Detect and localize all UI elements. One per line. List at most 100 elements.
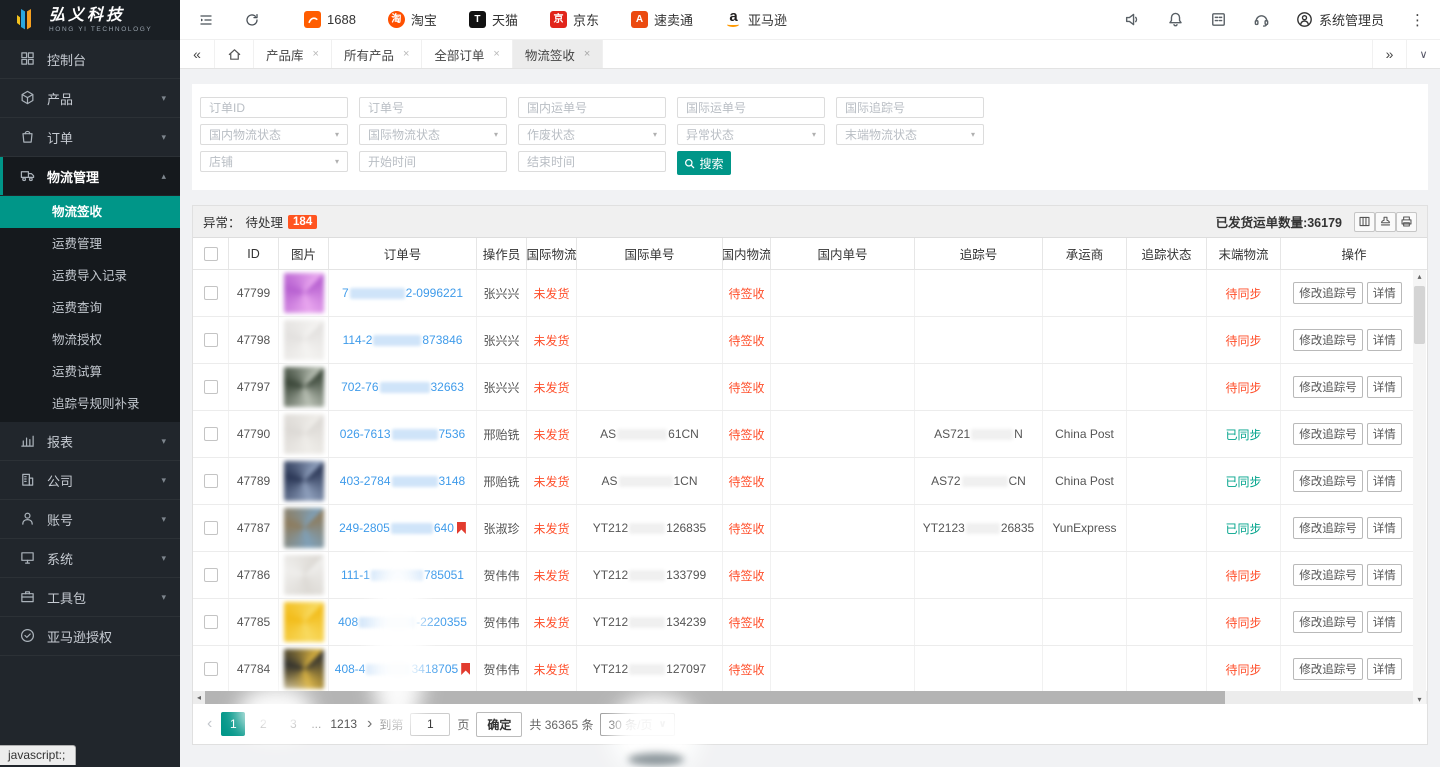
- vertical-scrollbar[interactable]: ▴ ▾: [1413, 270, 1426, 706]
- product-thumbnail[interactable]: [284, 602, 324, 642]
- product-thumbnail[interactable]: [284, 508, 324, 548]
- sidebar-subitem-运费导入记录[interactable]: 运费导入记录: [0, 260, 180, 292]
- detail-button[interactable]: 详情: [1367, 329, 1402, 351]
- detail-button[interactable]: 详情: [1367, 282, 1402, 304]
- tabs-scroll-left-icon[interactable]: «: [180, 40, 214, 68]
- edit-tracking-button[interactable]: 修改追踪号: [1293, 564, 1363, 586]
- row-checkbox[interactable]: [204, 286, 218, 300]
- filter-select-店铺[interactable]: 店铺▾: [200, 151, 348, 172]
- filter-input-开始时间[interactable]: 开始时间: [359, 151, 507, 172]
- filter-select-国际物流状态[interactable]: 国际物流状态▾: [359, 124, 507, 145]
- filter-select-作废状态[interactable]: 作废状态▾: [518, 124, 666, 145]
- platform-link-1688[interactable]: 1688: [304, 11, 356, 28]
- platform-link-亚马逊[interactable]: a亚马逊: [725, 10, 787, 29]
- select-all-checkbox[interactable]: [204, 247, 218, 261]
- filter-select-国内物流状态[interactable]: 国内物流状态▾: [200, 124, 348, 145]
- sidebar-item-物流管理[interactable]: 物流管理▴: [0, 157, 180, 196]
- sidebar-subitem-追踪号规则补录[interactable]: 追踪号规则补录: [0, 388, 180, 420]
- product-thumbnail[interactable]: [284, 273, 324, 313]
- row-checkbox[interactable]: [204, 474, 218, 488]
- edit-tracking-button[interactable]: 修改追踪号: [1293, 470, 1363, 492]
- filter-select-末端物流状态[interactable]: 末端物流状态▾: [836, 124, 984, 145]
- product-thumbnail[interactable]: [284, 414, 324, 454]
- tab-物流签收[interactable]: 物流签收×: [513, 40, 603, 68]
- tab-全部订单[interactable]: 全部订单×: [422, 40, 512, 68]
- billing-icon[interactable]: [1210, 11, 1227, 28]
- detail-button[interactable]: 详情: [1367, 423, 1402, 445]
- page-size-select[interactable]: 30 条/页 ∨: [600, 713, 674, 736]
- detail-button[interactable]: 详情: [1367, 376, 1402, 398]
- announcement-icon[interactable]: [1124, 11, 1141, 28]
- edit-tracking-button[interactable]: 修改追踪号: [1293, 282, 1363, 304]
- product-thumbnail[interactable]: [284, 320, 324, 360]
- row-checkbox[interactable]: [204, 662, 218, 676]
- sidebar-item-亚马逊授权[interactable]: 亚马逊授权: [0, 617, 180, 656]
- platform-link-天猫[interactable]: T天猫: [469, 10, 518, 29]
- sidebar-item-公司[interactable]: 公司▾: [0, 461, 180, 500]
- order-number-link[interactable]: 249-2805640: [339, 521, 454, 535]
- filter-input-订单ID[interactable]: 订单ID: [200, 97, 348, 118]
- sidebar-subitem-运费查询[interactable]: 运费查询: [0, 292, 180, 324]
- filter-input-结束时间[interactable]: 结束时间: [518, 151, 666, 172]
- platform-link-速卖通[interactable]: A速卖通: [631, 10, 693, 29]
- close-tab-icon[interactable]: ×: [493, 48, 499, 60]
- vertical-scroll-thumb[interactable]: [1414, 286, 1425, 344]
- order-number-link[interactable]: 408-2220355: [338, 615, 467, 629]
- page-number-1[interactable]: 1: [221, 712, 245, 736]
- refresh-icon[interactable]: [244, 12, 260, 28]
- horizontal-scroll-thumb[interactable]: [205, 691, 1225, 704]
- confirm-button[interactable]: 确定: [476, 712, 522, 737]
- tabs-scroll-right-icon[interactable]: »: [1372, 40, 1406, 68]
- filter-input-国际追踪号[interactable]: 国际追踪号: [836, 97, 984, 118]
- export-icon[interactable]: [1375, 212, 1396, 232]
- tabs-menu-icon[interactable]: ∨: [1406, 40, 1440, 68]
- order-number-link[interactable]: 111-1785051: [341, 568, 464, 582]
- platform-link-京东[interactable]: 京京东: [550, 10, 599, 29]
- edit-tracking-button[interactable]: 修改追踪号: [1293, 611, 1363, 633]
- sidebar-item-工具包[interactable]: 工具包▾: [0, 578, 180, 617]
- search-button[interactable]: 搜索: [677, 151, 731, 175]
- edit-tracking-button[interactable]: 修改追踪号: [1293, 376, 1363, 398]
- sidebar-subitem-运费管理[interactable]: 运费管理: [0, 228, 180, 260]
- order-number-link[interactable]: 72-0996221: [342, 286, 463, 300]
- pending-count-badge[interactable]: 184: [288, 215, 317, 229]
- sidebar-subitem-物流签收[interactable]: 物流签收: [0, 196, 180, 228]
- scroll-up-arrow-icon[interactable]: ▴: [1417, 270, 1421, 283]
- sidebar-item-控制台[interactable]: 控制台: [0, 40, 180, 79]
- user-menu[interactable]: 系统管理员: [1296, 10, 1384, 29]
- page-number-3[interactable]: 3: [281, 712, 305, 736]
- row-checkbox[interactable]: [204, 568, 218, 582]
- row-checkbox[interactable]: [204, 427, 218, 441]
- row-checkbox[interactable]: [204, 615, 218, 629]
- sidebar-subitem-物流授权[interactable]: 物流授权: [0, 324, 180, 356]
- close-tab-icon[interactable]: ×: [403, 48, 409, 60]
- row-checkbox[interactable]: [204, 521, 218, 535]
- next-page-icon[interactable]: ›: [367, 715, 372, 733]
- product-thumbnail[interactable]: [284, 555, 324, 595]
- product-thumbnail[interactable]: [284, 649, 324, 689]
- columns-icon[interactable]: [1354, 212, 1375, 232]
- filter-input-国际运单号[interactable]: 国际运单号: [677, 97, 825, 118]
- prev-page-icon[interactable]: ‹: [207, 715, 212, 733]
- close-tab-icon[interactable]: ×: [584, 48, 590, 60]
- sidebar-item-报表[interactable]: 报表▾: [0, 422, 180, 461]
- more-menu-icon[interactable]: ⋮: [1410, 11, 1426, 29]
- detail-button[interactable]: 详情: [1367, 564, 1402, 586]
- detail-button[interactable]: 详情: [1367, 611, 1402, 633]
- order-number-link[interactable]: 403-27843148: [340, 474, 465, 488]
- sidebar-collapse-icon[interactable]: [198, 12, 214, 28]
- order-number-link[interactable]: 408-43418705: [335, 662, 458, 676]
- filter-select-异常状态[interactable]: 异常状态▾: [677, 124, 825, 145]
- jump-page-input[interactable]: 1: [410, 713, 450, 736]
- edit-tracking-button[interactable]: 修改追踪号: [1293, 517, 1363, 539]
- row-checkbox[interactable]: [204, 333, 218, 347]
- page-number-2[interactable]: 2: [251, 712, 275, 736]
- order-number-link[interactable]: 026-76137536: [340, 427, 465, 441]
- tab-所有产品[interactable]: 所有产品×: [332, 40, 422, 68]
- sidebar-item-系统[interactable]: 系统▾: [0, 539, 180, 578]
- close-tab-icon[interactable]: ×: [313, 48, 319, 60]
- detail-button[interactable]: 详情: [1367, 470, 1402, 492]
- tab-产品库[interactable]: 产品库×: [254, 40, 332, 68]
- order-number-link[interactable]: 114-2873846: [343, 333, 463, 347]
- detail-button[interactable]: 详情: [1367, 658, 1402, 680]
